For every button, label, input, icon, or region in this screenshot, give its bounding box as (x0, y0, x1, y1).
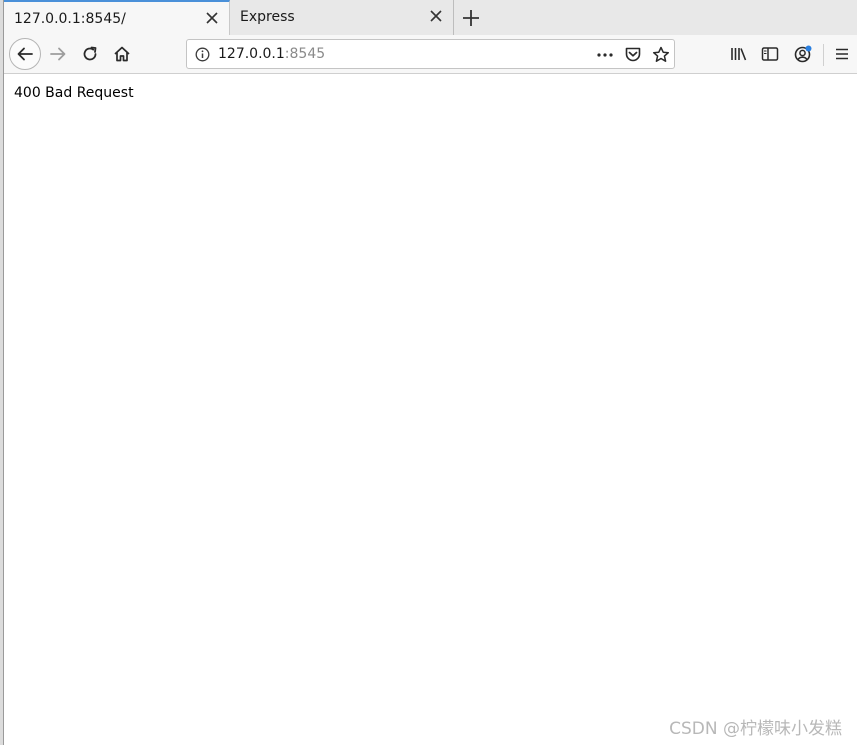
tab-title: Express (240, 9, 295, 25)
forward-button[interactable] (47, 44, 69, 64)
page-body-text: 400 Bad Request (14, 85, 134, 101)
pocket-icon[interactable] (624, 46, 642, 63)
tab-127-0-0-1[interactable]: 127.0.0.1:8545/ (4, 0, 230, 35)
navigation-toolbar: 127.0.0.1:8545 (0, 35, 857, 74)
watermark: CSDN @柠檬味小发糕 (669, 719, 842, 739)
account-icon (793, 44, 813, 64)
home-icon (113, 45, 131, 63)
hamburger-menu-icon (834, 46, 850, 62)
arrow-left-icon (16, 45, 34, 63)
toolbar-separator (823, 44, 824, 66)
library-icon (730, 46, 748, 62)
tab-title: 127.0.0.1:8545/ (14, 11, 126, 27)
tab-strip: 127.0.0.1:8545/ Express (0, 0, 857, 35)
arrow-right-icon (49, 45, 67, 63)
new-tab-button[interactable] (460, 7, 482, 29)
tab-express[interactable]: Express (230, 0, 454, 35)
page-content: 400 Bad Request CSDN @柠檬味小发糕 (5, 74, 857, 745)
more-horizontal-icon[interactable] (596, 47, 614, 63)
home-button[interactable] (112, 44, 132, 64)
star-icon[interactable] (652, 46, 670, 63)
url-text: 127.0.0.1:8545 (218, 46, 325, 62)
info-icon[interactable] (195, 47, 210, 62)
close-icon[interactable] (429, 9, 443, 23)
plus-icon (460, 7, 482, 29)
close-icon[interactable] (205, 11, 219, 25)
menu-button[interactable] (832, 44, 852, 64)
back-button[interactable] (9, 38, 41, 70)
sidebar-icon (761, 46, 779, 62)
reload-icon (81, 45, 99, 63)
address-bar[interactable]: 127.0.0.1:8545 (186, 39, 675, 69)
sidebar-button[interactable] (760, 44, 780, 64)
reload-button[interactable] (80, 44, 100, 64)
url-host: 127.0.0.1 (218, 46, 285, 62)
account-button[interactable] (792, 43, 814, 65)
window-left-edge (0, 0, 4, 745)
url-port: :8545 (284, 46, 326, 62)
browser-window: 127.0.0.1:8545/ Express 127.0.0.1:8545 4… (0, 0, 857, 745)
library-button[interactable] (729, 44, 749, 64)
